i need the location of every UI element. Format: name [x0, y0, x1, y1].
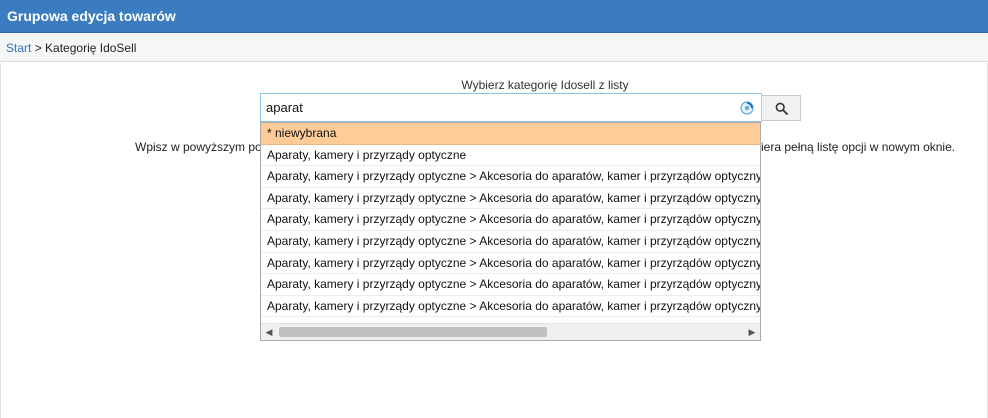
- magnifier-icon: [775, 102, 788, 115]
- scroll-left-arrow-icon[interactable]: ◀: [264, 327, 274, 337]
- dropdown-option[interactable]: Aparaty, kamery i przyrządy optyczne: [261, 145, 760, 167]
- breadcrumb-start-link[interactable]: Start: [6, 41, 31, 55]
- hint-text-right: iera pełną listę opcji w nowym oknie.: [761, 140, 956, 154]
- dropdown-option[interactable]: Aparaty, kamery i przyrządy optyczne > A…: [261, 253, 760, 275]
- breadcrumb-current: Kategorię IdoSell: [45, 41, 137, 55]
- dropdown-option[interactable]: * niewybrana: [261, 123, 760, 145]
- loading-spinner-icon: [740, 101, 754, 115]
- dropdown-list: * niewybrana Aparaty, kamery i przyrządy…: [261, 123, 760, 323]
- dropdown-option[interactable]: Aparaty, kamery i przyrządy optyczne > A…: [261, 188, 760, 210]
- scrollbar-thumb[interactable]: [279, 327, 547, 337]
- window-title: Grupowa edycja towarów: [0, 0, 988, 33]
- category-search-input[interactable]: [260, 93, 762, 122]
- breadcrumb-separator: >: [34, 41, 42, 55]
- scroll-right-arrow-icon[interactable]: ▶: [747, 327, 757, 337]
- category-field-label: Wybierz kategorię Idosell z listy: [461, 78, 629, 92]
- category-dropdown: * niewybrana Aparaty, kamery i przyrządy…: [260, 122, 761, 341]
- main-content: Wybierz kategorię Idosell z listy Wpisz …: [0, 63, 988, 418]
- dropdown-option[interactable]: Aparaty, kamery i przyrządy optyczne > A…: [261, 166, 760, 188]
- search-button[interactable]: [761, 95, 801, 121]
- dropdown-option[interactable]: Aparaty, kamery i przyrządy optyczne > A…: [261, 274, 760, 296]
- breadcrumb: Start > Kategorię IdoSell: [0, 34, 988, 62]
- dropdown-option[interactable]: Aparaty, kamery i przyrządy optyczne > A…: [261, 209, 760, 231]
- dropdown-option[interactable]: Aparaty, kamery i przyrządy optyczne > A…: [261, 231, 760, 253]
- horizontal-scrollbar[interactable]: ◀ ▶: [261, 323, 760, 340]
- dropdown-option[interactable]: Aparaty, kamery i przyrządy optyczne > A…: [261, 296, 760, 318]
- hint-text-left: Wpisz w powyższym po: [135, 140, 262, 154]
